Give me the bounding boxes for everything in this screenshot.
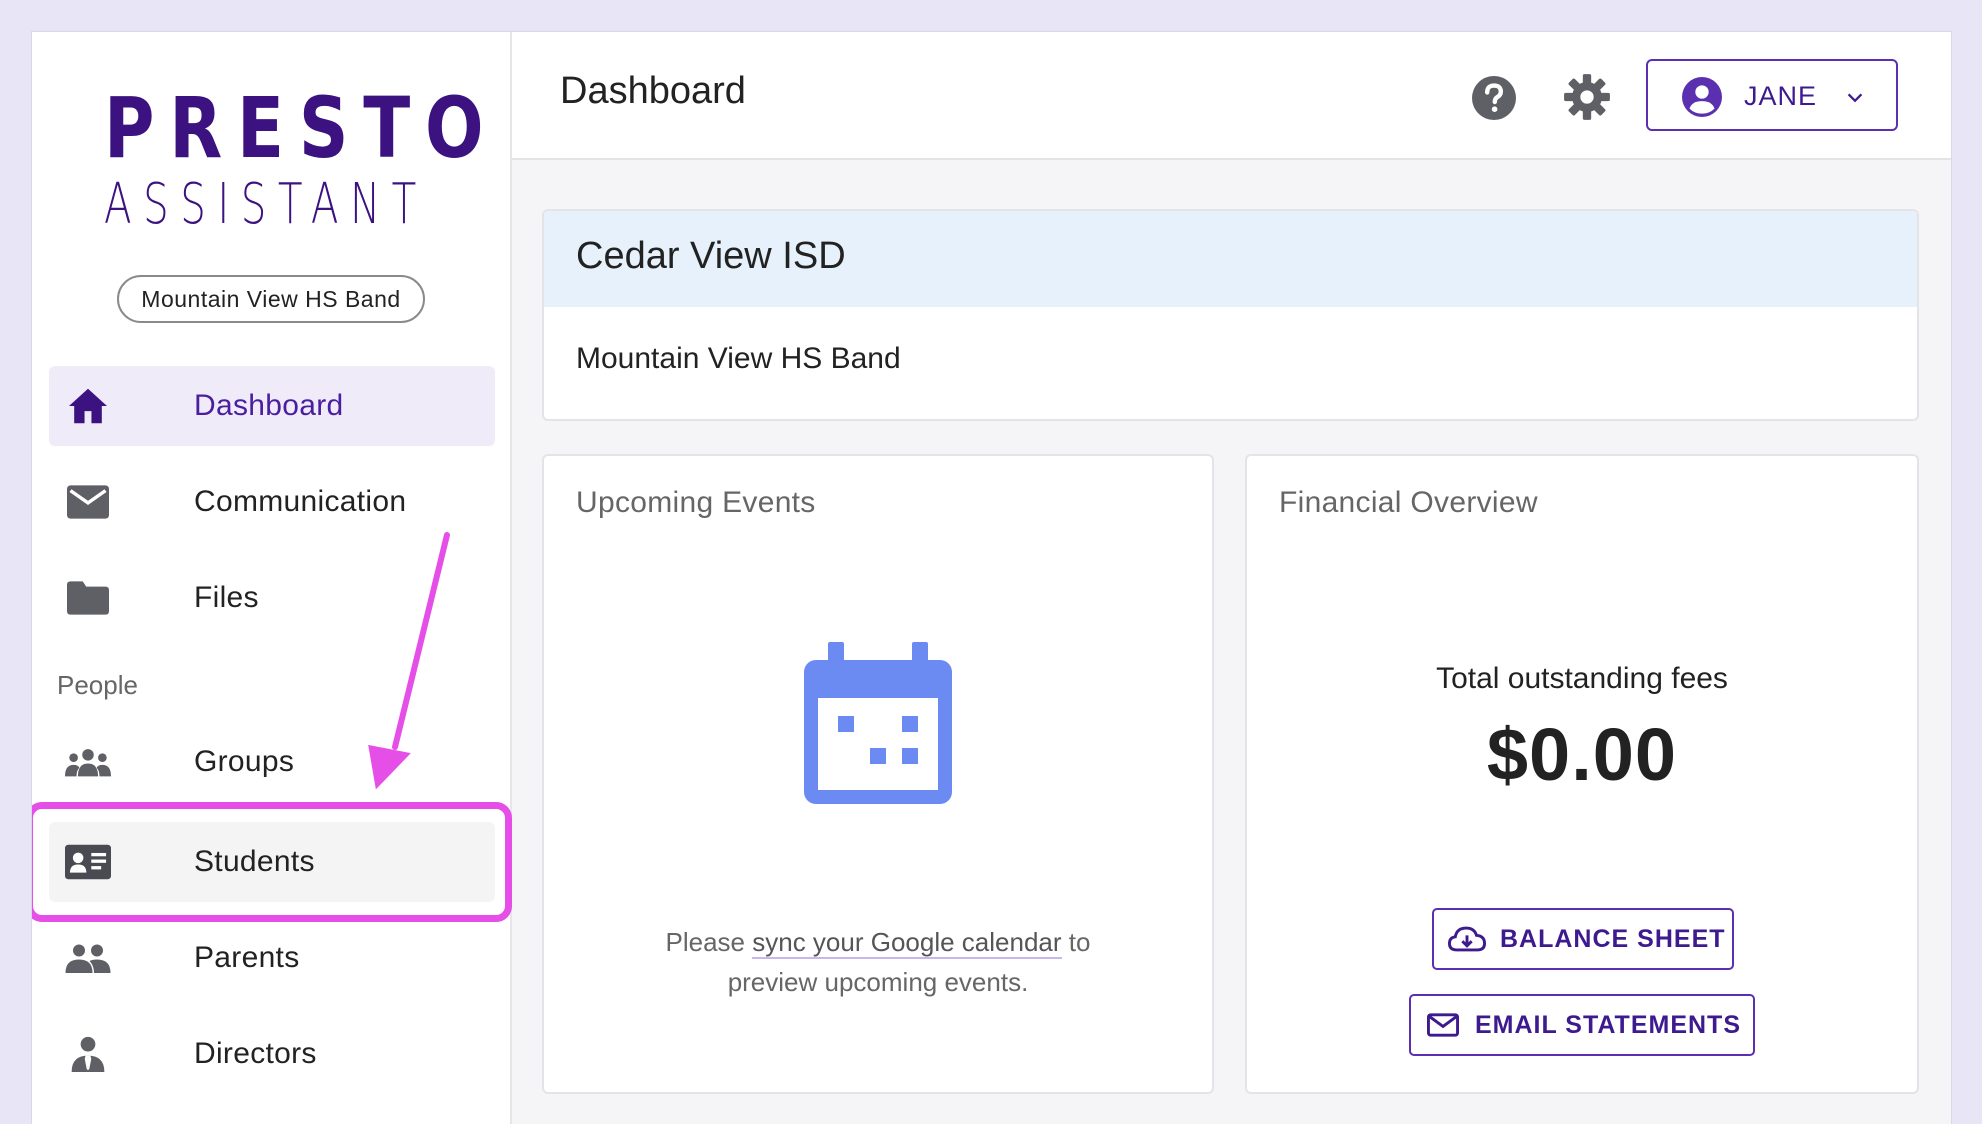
chevron-down-icon [1847, 93, 1863, 103]
groups-icon [65, 740, 111, 784]
button-label: EMAIL STATEMENTS [1475, 1010, 1741, 1039]
sidebar-item-label: Parents [194, 941, 300, 974]
organization-card: Cedar View ISD Mountain View HS Band [542, 209, 1919, 421]
sidebar: PRESTO ASSISTANT Mountain View HS Band D… [32, 32, 512, 1124]
email-statements-button[interactable]: EMAIL STATEMENTS [1409, 994, 1755, 1056]
presto-logo[interactable]: PRESTO ASSISTANT [104, 79, 499, 237]
help-button[interactable] [1470, 74, 1518, 122]
card-title: Financial Overview [1279, 486, 1538, 519]
logo-presto: PRESTO [104, 79, 499, 177]
account-circle-icon [1682, 77, 1722, 117]
sidebar-item-communication[interactable]: Communication [49, 462, 495, 542]
upcoming-events-card: Upcoming Events Please sync your Google … [542, 454, 1214, 1094]
sidebar-item-directors[interactable]: Directors [49, 1014, 495, 1094]
mail-outline-icon [1427, 1013, 1459, 1037]
message-text: preview upcoming events. [727, 967, 1029, 997]
user-menu-button[interactable]: JANE [1646, 59, 1898, 131]
gear-icon [1564, 74, 1610, 120]
sidebar-item-label: Directors [194, 1037, 317, 1070]
sidebar-item-label: Groups [194, 745, 295, 778]
settings-button[interactable] [1562, 72, 1612, 122]
organization-pill[interactable]: Mountain View HS Band [117, 275, 425, 323]
dashboard-content: Cedar View ISD Mountain View HS Band Upc… [512, 160, 1951, 1124]
logo-assistant: ASSISTANT [104, 172, 428, 237]
folder-icon [65, 576, 111, 620]
top-bar: Dashboard JANE [512, 32, 1951, 160]
app-window: PRESTO ASSISTANT Mountain View HS Band D… [31, 31, 1952, 1124]
organization-name: Mountain View HS Band [576, 342, 901, 375]
sidebar-item-groups[interactable]: Groups [49, 722, 495, 802]
sidebar-item-label: Communication [194, 485, 407, 518]
sidebar-item-label: Students [194, 845, 315, 878]
mail-icon [65, 480, 111, 524]
home-icon [65, 384, 111, 428]
card-title: Upcoming Events [576, 486, 816, 519]
events-empty-message: Please sync your Google calendar to prev… [544, 922, 1212, 1002]
financial-overview-card: Financial Overview Total outstanding fee… [1245, 454, 1919, 1094]
help-icon [1472, 76, 1516, 120]
calendar-icon [804, 642, 952, 804]
cloud-download-icon [1448, 926, 1486, 952]
sidebar-item-files[interactable]: Files [49, 558, 495, 638]
outstanding-fees-label: Total outstanding fees [1436, 662, 1728, 695]
id-card-icon [65, 840, 111, 884]
section-label-people: People [57, 670, 138, 700]
message-text: to [1061, 927, 1091, 957]
sidebar-item-label: Dashboard [194, 389, 344, 422]
balance-sheet-button[interactable]: BALANCE SHEET [1432, 908, 1734, 970]
user-name: JANE [1744, 81, 1818, 111]
district-name: Cedar View ISD [576, 235, 846, 277]
sidebar-item-students[interactable]: Students [49, 822, 495, 902]
sidebar-item-label: Files [194, 581, 259, 614]
sidebar-item-dashboard[interactable]: Dashboard [49, 366, 495, 446]
message-text: Please [665, 927, 753, 957]
sync-calendar-link[interactable]: sync your Google calendar [752, 927, 1062, 959]
button-label: BALANCE SHEET [1500, 924, 1726, 953]
people-icon [65, 936, 111, 980]
outstanding-fees-value: $0.00 [1486, 713, 1678, 796]
director-icon [65, 1032, 111, 1076]
sidebar-item-parents[interactable]: Parents [49, 918, 495, 998]
page-title: Dashboard [560, 70, 746, 112]
organization-card-header: Cedar View ISD [544, 211, 1917, 307]
